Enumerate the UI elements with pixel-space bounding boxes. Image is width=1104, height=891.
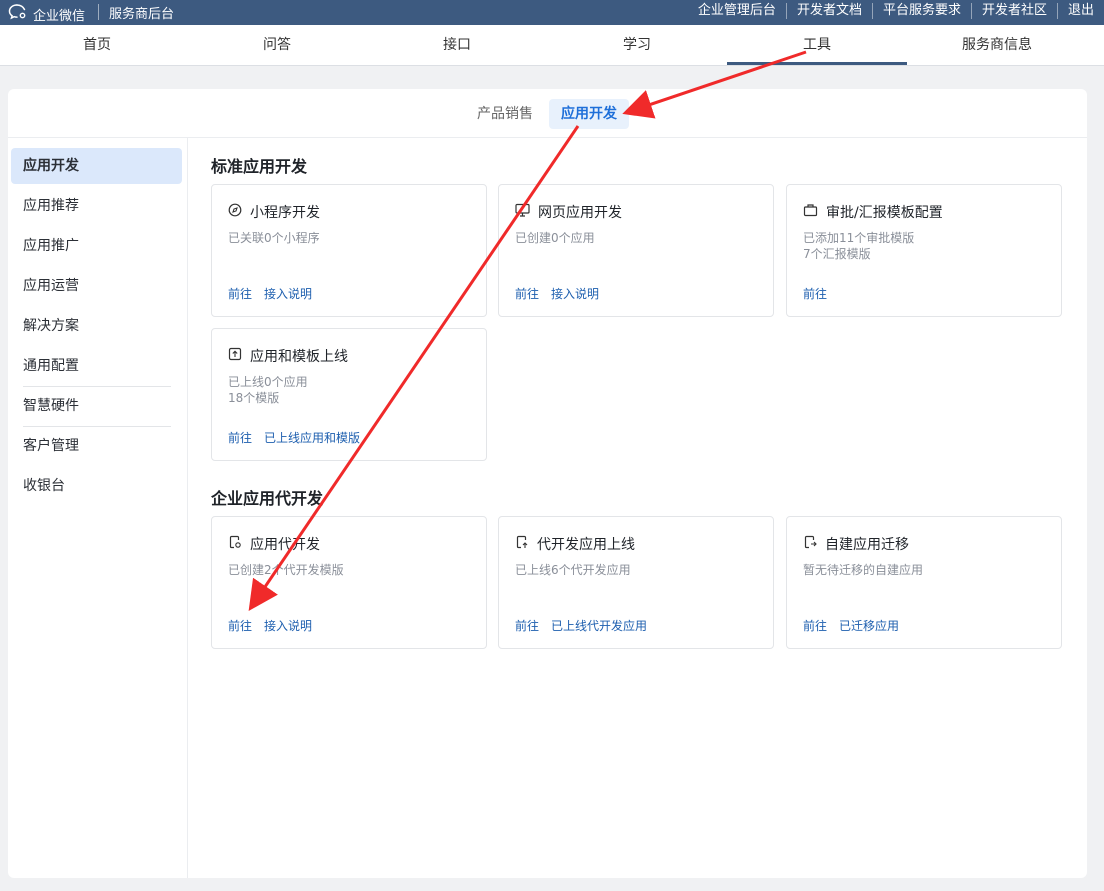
sidebar-divider [23, 426, 171, 427]
goto-link[interactable]: 前往 [803, 617, 827, 634]
guide-link[interactable]: 接入说明 [551, 285, 599, 302]
brand-logo[interactable]: 企业微信 [8, 3, 85, 25]
goto-link[interactable]: 前往 [515, 285, 539, 302]
section-title-standard: 标准应用开发 [211, 157, 308, 176]
sidebar-item-general-config[interactable]: 通用配置 [11, 348, 182, 384]
card-desc: 已上线0个应用 [228, 375, 308, 389]
doc-upload-icon [515, 535, 537, 553]
compass-icon [228, 203, 250, 221]
card-desc: 暂无待迁移的自建应用 [803, 563, 924, 577]
card-title: 小程序开发 [250, 205, 320, 221]
nav-learn[interactable]: 学习 [547, 25, 727, 65]
sidebar-item-app-operation[interactable]: 应用运营 [11, 268, 182, 304]
section-title-custom-dev: 企业应用代开发 [211, 489, 324, 508]
card-title: 网页应用开发 [538, 205, 622, 221]
sidebar-divider [23, 386, 171, 387]
goto-link[interactable]: 前往 [228, 617, 252, 634]
brand-subtitle: 服务商后台 [109, 7, 175, 22]
sidebar: 应用开发 应用推荐 应用推广 应用运营 解决方案 通用配置 智慧硬件 客户管理 … [8, 138, 188, 878]
card-desc: 已创建0个应用 [515, 231, 595, 245]
card-approval-template: 审批/汇报模板配置 已添加11个审批模版 7个汇报模版 前往 [786, 184, 1062, 317]
top-links: 企业管理后台 开发者文档 平台服务要求 开发者社区 退出 [688, 3, 1104, 19]
guide-link[interactable]: 接入说明 [264, 285, 312, 302]
goto-link[interactable]: 前往 [228, 285, 252, 302]
card-custom-dev: 应用代开发 已创建2个代开发模版 前往 接入说明 [211, 516, 487, 649]
card-desc: 18个模版 [228, 391, 280, 405]
launched-apps-link[interactable]: 已上线应用和模版 [264, 429, 360, 446]
card-title: 代开发应用上线 [537, 537, 635, 553]
card-desc: 已添加11个审批模版 [803, 231, 915, 245]
nav-home[interactable]: 首页 [7, 25, 187, 65]
content-panel: 产品销售 应用开发 应用开发 应用推荐 应用推广 应用运营 解决方案 通用配置 … [8, 89, 1087, 878]
nav-api[interactable]: 接口 [367, 25, 547, 65]
sub-tabs: 产品销售 应用开发 [8, 89, 1087, 138]
monitor-icon [515, 203, 538, 221]
card-desc: 7个汇报模版 [803, 247, 871, 261]
guide-link[interactable]: 接入说明 [264, 617, 312, 634]
card-title: 应用代开发 [250, 537, 320, 553]
sidebar-item-solutions[interactable]: 解决方案 [11, 308, 182, 344]
card-title: 审批/汇报模板配置 [826, 205, 943, 221]
top-bar: 企业微信 服务商后台 企业管理后台 开发者文档 平台服务要求 开发者社区 退出 [0, 0, 1104, 25]
nav-tools[interactable]: 工具 [727, 25, 907, 65]
nav-qa[interactable]: 问答 [187, 25, 367, 65]
goto-link[interactable]: 前往 [515, 617, 539, 634]
sidebar-item-app-recommend[interactable]: 应用推荐 [11, 188, 182, 224]
sidebar-item-customer-mgmt[interactable]: 客户管理 [11, 428, 182, 464]
card-custom-dev-launch: 代开发应用上线 已上线6个代开发应用 前往 已上线代开发应用 [498, 516, 774, 649]
doc-migrate-icon [803, 535, 825, 553]
top-link-docs[interactable]: 开发者文档 [785, 3, 872, 19]
card-self-built-migration: 自建应用迁移 暂无待迁移的自建应用 前往 已迁移应用 [786, 516, 1062, 649]
tab-product-sales[interactable]: 产品销售 [465, 99, 545, 129]
card-desc: 已创建2个代开发模版 [228, 563, 344, 577]
sidebar-item-cashier[interactable]: 收银台 [11, 468, 182, 504]
main-nav: 首页 问答 接口 学习 工具 服务商信息 [0, 25, 1104, 66]
sidebar-item-app-dev[interactable]: 应用开发 [11, 148, 182, 184]
briefcase-icon [803, 203, 826, 221]
top-link-community[interactable]: 开发者社区 [970, 3, 1057, 19]
migrated-apps-link[interactable]: 已迁移应用 [839, 617, 899, 634]
sidebar-item-smart-hardware[interactable]: 智慧硬件 [11, 388, 182, 424]
card-miniprogram: 小程序开发 已关联0个小程序 前往 接入说明 [211, 184, 487, 317]
upload-icon [228, 347, 250, 365]
card-webapp: 网页应用开发 已创建0个应用 前往 接入说明 [498, 184, 774, 317]
wework-logo-icon [8, 3, 33, 25]
card-app-launch: 应用和模板上线 已上线0个应用 18个模版 前往 已上线应用和模版 [211, 328, 487, 461]
brand-divider [98, 4, 99, 20]
card-title: 应用和模板上线 [250, 349, 348, 365]
goto-link[interactable]: 前往 [228, 429, 252, 446]
nav-provider-info[interactable]: 服务商信息 [907, 25, 1087, 65]
top-link-admin[interactable]: 企业管理后台 [688, 3, 786, 19]
card-desc: 已关联0个小程序 [228, 231, 320, 245]
goto-link[interactable]: 前往 [803, 285, 827, 302]
launched-custom-apps-link[interactable]: 已上线代开发应用 [551, 617, 647, 634]
top-link-logout[interactable]: 退出 [1056, 3, 1104, 19]
brand-name: 企业微信 [33, 8, 86, 24]
card-title: 自建应用迁移 [825, 537, 909, 553]
card-desc: 已上线6个代开发应用 [515, 563, 631, 577]
top-link-requirements[interactable]: 平台服务要求 [871, 3, 971, 19]
sidebar-item-app-promotion[interactable]: 应用推广 [11, 228, 182, 264]
doc-settings-icon [228, 535, 250, 553]
tab-app-dev[interactable]: 应用开发 [549, 99, 629, 129]
